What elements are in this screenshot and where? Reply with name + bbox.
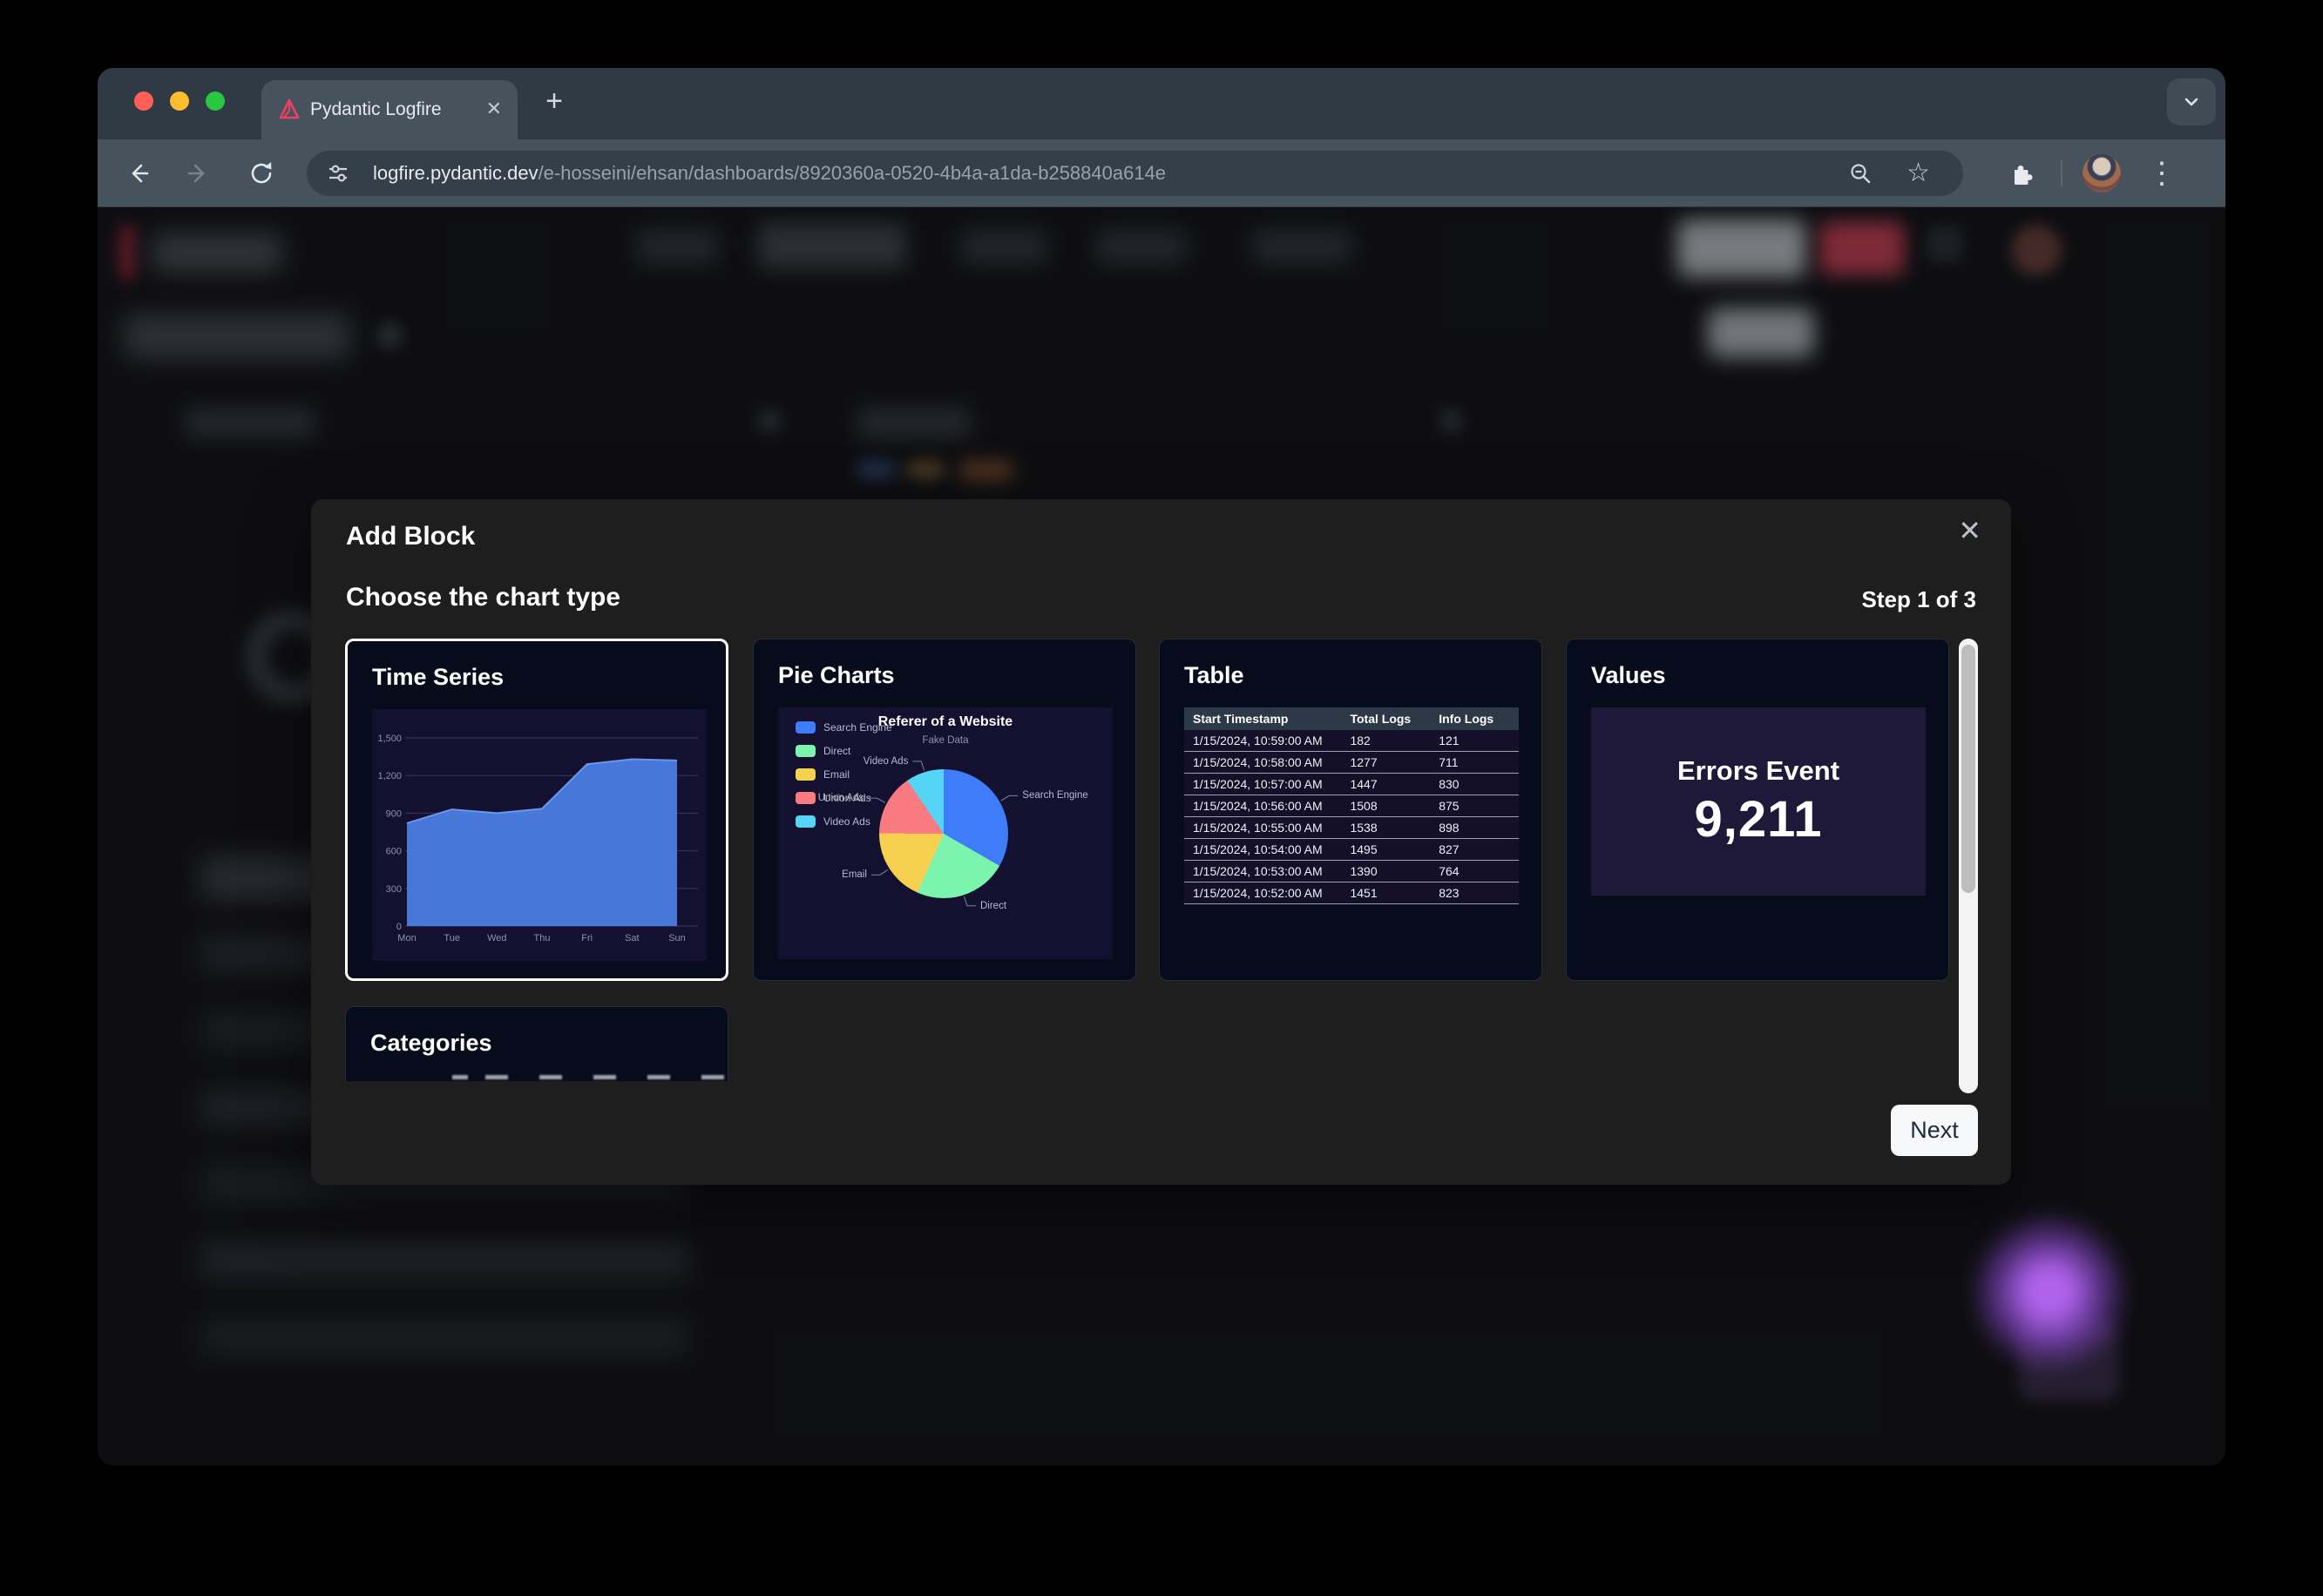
pie-slice-label: Direct [980, 901, 1006, 911]
page-content: Add Block ✕ Choose the chart type Step 1… [98, 207, 2225, 1465]
tab-strip: Pydantic Logfire ✕ + [98, 68, 2225, 139]
clipped-chart-sliver [593, 1075, 616, 1079]
svg-text:600: 600 [386, 847, 402, 857]
minimize-window-button[interactable] [170, 91, 189, 111]
svg-text:1,500: 1,500 [377, 734, 402, 744]
card-title: Values [1591, 662, 1666, 689]
table-header: Info Logs [1430, 707, 1519, 730]
preview-table: Start TimestampTotal LogsInfo Logs1/15/2… [1184, 707, 1519, 904]
url-path: /e-hosseini/ehsan/dashboards/8920360a-05… [538, 162, 1166, 184]
browser-toolbar: logfire.pydantic.dev/e-hosseini/ehsan/da… [98, 139, 2225, 207]
chevron-down-icon [2178, 89, 2204, 115]
card-categories[interactable]: Categories [345, 1006, 728, 1081]
card-title: Categories [370, 1030, 492, 1057]
card-pie-charts[interactable]: Pie Charts Referer of a Website Fake Dat… [753, 639, 1136, 981]
svg-text:Tue: Tue [444, 933, 460, 943]
next-button[interactable]: Next [1891, 1105, 1978, 1156]
logfire-favicon-icon [277, 98, 301, 122]
table-row: 1/15/2024, 10:53:00 AM1390764 [1184, 861, 1519, 883]
table-header: Start Timestamp [1184, 707, 1341, 730]
time-series-chart: 0 300 600 900 1,200 1,500 Mon Tue Wed Thu Fri Sat Su… [372, 709, 707, 961]
table-preview: Start TimestampTotal LogsInfo Logs1/15/2… [1184, 707, 1519, 896]
clipped-chart-sliver [452, 1075, 468, 1079]
address-bar[interactable]: logfire.pydantic.dev/e-hosseini/ehsan/da… [307, 151, 1963, 196]
table-row: 1/15/2024, 10:57:00 AM1447830 [1184, 774, 1519, 795]
svg-text:Mon: Mon [397, 933, 416, 943]
clipped-chart-sliver [701, 1075, 724, 1079]
url-text: logfire.pydantic.dev/e-hosseini/ehsan/da… [373, 151, 1166, 196]
new-tab-button[interactable]: + [533, 82, 575, 124]
maximize-window-button[interactable] [206, 91, 225, 111]
values-preview: Errors Event 9,211 [1591, 707, 1926, 896]
url-domain: logfire.pydantic.dev [373, 162, 538, 184]
close-window-button[interactable] [134, 91, 153, 111]
reload-icon[interactable] [247, 159, 275, 187]
site-info-icon[interactable] [326, 161, 350, 186]
scrollbar-thumb[interactable] [1961, 645, 1975, 893]
add-block-modal: Add Block ✕ Choose the chart type Step 1… [311, 499, 2011, 1185]
clipped-chart-sliver [647, 1075, 670, 1079]
metric-value: 9,211 [1695, 790, 1823, 849]
svg-text:Sun: Sun [668, 933, 686, 943]
table-row: 1/15/2024, 10:54:00 AM1495827 [1184, 839, 1519, 861]
modal-subtitle: Choose the chart type [346, 583, 620, 612]
modal-title: Add Block [346, 522, 475, 551]
purple-glow [1971, 1209, 2128, 1375]
table-row: 1/15/2024, 10:59:00 AM182121 [1184, 730, 1519, 752]
browser-window: Pydantic Logfire ✕ + [98, 68, 2225, 1465]
card-title: Pie Charts [778, 662, 895, 689]
tab-title: Pydantic Logfire [310, 80, 442, 139]
toolbar-divider [2061, 160, 2062, 186]
svg-text:300: 300 [386, 884, 402, 895]
table-header: Total Logs [1341, 707, 1430, 730]
card-title: Time Series [372, 664, 504, 691]
clipped-chart-sliver [539, 1075, 562, 1079]
extensions-puzzle-icon[interactable] [2006, 159, 2034, 187]
step-indicator: Step 1 of 3 [1862, 586, 1976, 613]
pie-chart: Referer of a Website Fake Data Search En… [778, 707, 1113, 959]
card-values[interactable]: Values Errors Event 9,211 [1566, 639, 1949, 981]
forward-icon[interactable] [185, 159, 213, 187]
bookmark-star-icon[interactable]: ☆ [1906, 158, 1930, 188]
svg-text:Fri: Fri [581, 933, 593, 943]
modal-close-icon[interactable]: ✕ [1958, 517, 1981, 544]
pie-slice-label: Email [842, 869, 867, 880]
screen: Pydantic Logfire ✕ + [0, 0, 2323, 1596]
svg-text:Wed: Wed [487, 933, 506, 943]
pie-slice-label: Search Engine [1022, 790, 1087, 801]
tab-close-icon[interactable]: ✕ [486, 80, 502, 139]
pie-callout-lines [778, 707, 1113, 959]
browser-menu-kebab-icon[interactable]: ⋮ [2147, 152, 2175, 195]
profile-avatar[interactable] [2083, 154, 2121, 193]
svg-text:0: 0 [396, 922, 402, 932]
table-row: 1/15/2024, 10:56:00 AM1508875 [1184, 795, 1519, 817]
zoom-out-icon[interactable] [1848, 161, 1873, 186]
table-row: 1/15/2024, 10:52:00 AM1451823 [1184, 883, 1519, 904]
svg-text:Thu: Thu [534, 933, 551, 943]
browser-tab[interactable]: Pydantic Logfire ✕ [261, 80, 518, 139]
card-title: Table [1184, 662, 1244, 689]
pie-slice-label: Video Ads [864, 756, 909, 767]
table-row: 1/15/2024, 10:58:00 AM1277711 [1184, 752, 1519, 774]
svg-text:Sat: Sat [625, 933, 640, 943]
back-icon[interactable] [124, 159, 152, 187]
svg-text:900: 900 [386, 808, 402, 819]
card-time-series[interactable]: Time Series 0 300 600 900 1,200 1,500 Mon Tue We… [345, 639, 728, 981]
clipped-chart-sliver [485, 1075, 508, 1079]
table-row: 1/15/2024, 10:55:00 AM1538898 [1184, 817, 1519, 839]
metric-title: Errors Event [1677, 755, 1839, 787]
modal-scrollbar[interactable] [1959, 639, 1978, 1093]
card-table[interactable]: Table Start TimestampTotal LogsInfo Logs… [1159, 639, 1542, 981]
tab-search-button[interactable] [2167, 78, 2216, 125]
svg-text:1,200: 1,200 [377, 771, 402, 781]
pie-slice-label: Union Ads [818, 793, 864, 803]
